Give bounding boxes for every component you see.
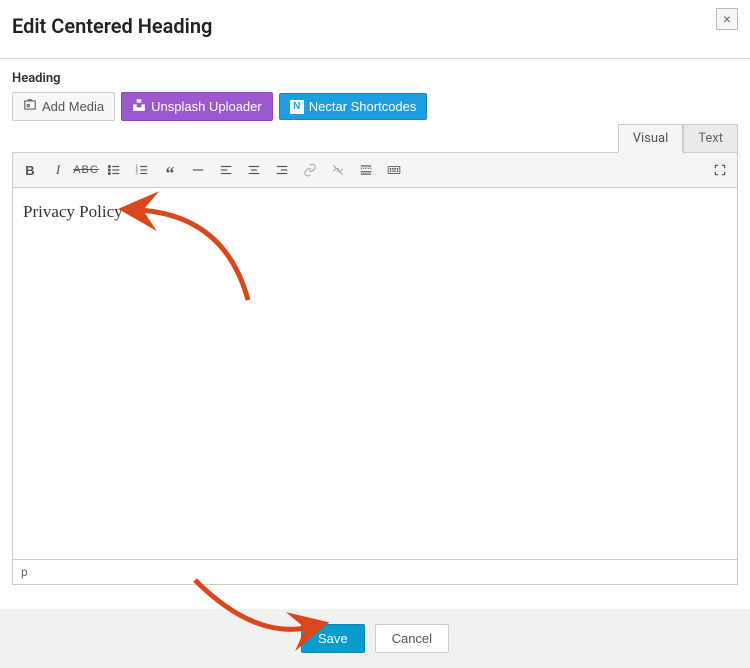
save-button[interactable]: Save bbox=[301, 624, 365, 653]
bold-icon[interactable]: B bbox=[17, 157, 43, 183]
unsplash-icon bbox=[132, 98, 146, 115]
media-button-row: Add Media Unsplash Uploader N Nectar Sho… bbox=[12, 92, 738, 121]
modal-footer: Save Cancel bbox=[0, 609, 750, 668]
tab-visual[interactable]: Visual bbox=[618, 124, 684, 153]
nectar-icon: N bbox=[290, 100, 304, 114]
link-icon[interactable] bbox=[297, 157, 323, 183]
tab-text[interactable]: Text bbox=[683, 124, 738, 153]
cancel-button[interactable]: Cancel bbox=[375, 624, 449, 653]
modal-header: Edit Centered Heading × bbox=[0, 0, 750, 59]
keyboard-icon[interactable] bbox=[381, 157, 407, 183]
close-button[interactable]: × bbox=[716, 8, 738, 30]
blockquote-icon[interactable]: “ bbox=[157, 160, 183, 186]
editor-content: Privacy Policy bbox=[23, 202, 123, 221]
bullet-list-icon[interactable] bbox=[101, 157, 127, 183]
svg-text:3: 3 bbox=[136, 171, 139, 176]
nectar-label: Nectar Shortcodes bbox=[309, 99, 417, 114]
add-media-label: Add Media bbox=[42, 99, 104, 114]
content-editor[interactable]: Privacy Policy bbox=[12, 188, 738, 560]
section-label: Heading bbox=[12, 71, 738, 86]
align-center-icon[interactable] bbox=[241, 157, 267, 183]
fullscreen-icon[interactable] bbox=[707, 157, 733, 183]
unlink-icon[interactable] bbox=[325, 157, 351, 183]
modal-body: Heading Add Media Unsplash Uploader N Ne… bbox=[0, 59, 750, 597]
nectar-button[interactable]: N Nectar Shortcodes bbox=[279, 93, 428, 120]
strikethrough-icon[interactable]: ABC bbox=[73, 157, 99, 183]
unsplash-button[interactable]: Unsplash Uploader bbox=[121, 92, 273, 121]
more-icon[interactable] bbox=[353, 157, 379, 183]
unsplash-label: Unsplash Uploader bbox=[151, 99, 262, 114]
align-left-icon[interactable] bbox=[213, 157, 239, 183]
editor-status-bar: p bbox=[12, 560, 738, 585]
align-right-icon[interactable] bbox=[269, 157, 295, 183]
media-icon bbox=[23, 98, 37, 115]
hr-icon[interactable] bbox=[185, 157, 211, 183]
editor-tabs: Visual Text bbox=[12, 123, 738, 152]
add-media-button[interactable]: Add Media bbox=[12, 92, 115, 121]
numbered-list-icon[interactable]: 123 bbox=[129, 157, 155, 183]
italic-icon[interactable]: I bbox=[45, 157, 71, 183]
editor-toolbar: B I ABC 123 “ bbox=[12, 152, 738, 188]
modal-title: Edit Centered Heading bbox=[12, 14, 738, 38]
